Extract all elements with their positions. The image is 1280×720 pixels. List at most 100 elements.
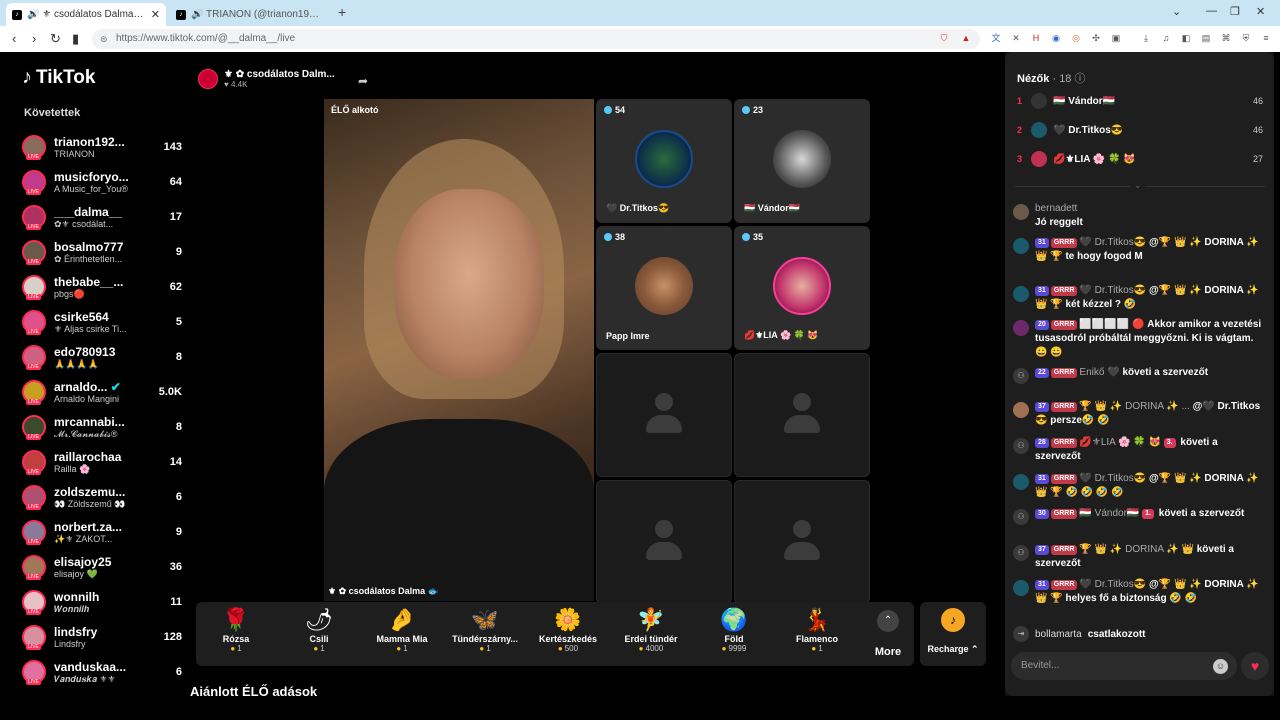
reload-icon[interactable]: ↻ — [50, 31, 61, 47]
viewer-count: 6 — [175, 666, 182, 678]
gift-item[interactable]: 🧚 Erdei tündér4000 — [611, 606, 691, 653]
chat-message[interactable]: 31 GRRR 🖤 Dr.Titkos😎 @🏆 👑 ✨ DORINA ✨ 👑 🏆 k… — [1013, 284, 1265, 312]
new-tab-button[interactable]: + — [338, 4, 346, 20]
following-item[interactable]: LIVE trianon192... TRIANON 143 — [22, 130, 182, 164]
host-title: ⚜ ✿ csodálatos Dalm... — [224, 69, 335, 80]
viewers-header[interactable]: Nézők · 18 ⓘ — [1017, 70, 1086, 86]
gift-item[interactable]: 🌹 Rózsa1 — [196, 606, 276, 653]
close-window-button[interactable]: ✕ — [1256, 5, 1265, 18]
following-item[interactable]: LIVE arnaldo... ✔ Arnaldo Mangini 5.0K — [22, 375, 182, 409]
tab-icon[interactable]: ▣ — [1110, 32, 1122, 44]
following-item[interactable]: LIVE edo780913 🙏🙏🙏🙏 8 — [22, 340, 182, 374]
following-item[interactable]: LIVE norbert.za... ✨⚜ ZAKOT... 9 — [22, 515, 182, 549]
guest-slot[interactable]: 54 🖤 Dr.Titkos😎 — [596, 99, 732, 223]
following-item[interactable]: LIVE lindsfry Lindsfry 128 — [22, 620, 182, 654]
back-icon[interactable]: ‹ — [12, 31, 16, 46]
following-item[interactable]: LIVE musicforyo... A Music_for_You® 64 — [22, 165, 182, 199]
following-nickname: elisajoy 💚 — [54, 568, 98, 579]
recharge-button[interactable]: ♪ Recharge ⌃ — [920, 602, 986, 666]
close-tab-icon[interactable]: ✕ — [151, 8, 160, 21]
chat-message[interactable]: bernadett Jó reggelt — [1013, 202, 1265, 230]
hls-icon[interactable]: H — [1030, 32, 1042, 44]
gift-item[interactable]: 🤌 Mamma Mia1 — [362, 606, 442, 653]
shield-check-icon[interactable]: ⛨ — [1240, 32, 1252, 44]
tools-icon[interactable]: ✕ — [1010, 32, 1022, 44]
following-item[interactable]: LIVE zoldszemu... 👀 Zöldszemű 👀 6 — [22, 480, 182, 514]
music-icon[interactable]: ♫ — [1160, 32, 1172, 44]
follow-user-icon: ⚇ — [1013, 438, 1029, 454]
tab-active[interactable]: ♪ 🔊 ⚜ csodálatos Dalma🐟 🌎 ✕ — [6, 3, 166, 26]
follow-user-icon: ⚇ — [1013, 368, 1029, 384]
guest-slot-empty[interactable] — [734, 353, 870, 477]
chat-input[interactable]: Bevitel... — [1011, 652, 1237, 680]
host-header[interactable]: ⚜ ✿ csodálatos Dalm... ♥ 4.4K — [198, 69, 335, 89]
following-item[interactable]: LIVE thebabe__... pbgs🔴 62 — [22, 270, 182, 304]
chat-message[interactable]: 31 GRRR 🖤 Dr.Titkos😎 @🏆 👑 ✨ DORINA ✨ 👑 🏆 🤣… — [1013, 472, 1265, 500]
menu-icon[interactable]: ≡ — [1260, 32, 1272, 44]
guest-slot[interactable]: 23 🇭🇺 Vándor🇭🇺 — [734, 99, 870, 223]
chat-message[interactable]: 37 GRRR 🏆 👑 ✨ DORINA ✨ ... @🖤 Dr.Titkos😎 p… — [1013, 400, 1265, 428]
gift-item[interactable]: 🦋 Tündérszárny...1 — [445, 606, 525, 653]
emoji-icon[interactable]: ☺ — [1213, 659, 1228, 674]
following-nickname: 𝓜𝓻.𝓒𝓪𝓷𝓷𝓪𝓫𝓲𝓼® — [54, 428, 118, 439]
site-info-icon[interactable]: ⊜ — [100, 29, 108, 49]
guest-slot-empty[interactable] — [596, 353, 732, 477]
more-gifts-button[interactable]: ⌃ More — [868, 610, 908, 658]
chevron-down-icon[interactable]: ⌄ — [1131, 180, 1145, 191]
guest-slot[interactable]: 38 Papp Imre — [596, 226, 732, 350]
gift-item[interactable]: 💃 Flamenco1 — [777, 606, 857, 653]
gift-item[interactable]: 🌶 Csili1 — [279, 606, 359, 653]
following-item[interactable]: LIVE raillarochaa Railla 🌸 14 — [22, 445, 182, 479]
chat-message[interactable]: ⚇ 28 GRRR 💋⚜LIA 🌸 🍀 😻 3. követi a szervezőt — [1013, 436, 1265, 464]
extension-icon[interactable]: ◉ — [1050, 32, 1062, 44]
restore-button[interactable]: ❐ — [1230, 5, 1240, 18]
following-item[interactable]: LIVE vanduskaa... 𝑽𝒂𝒏𝒅𝒖𝒔𝒌𝒂 ⚜⚜ 6 — [22, 655, 182, 689]
butterfly-icon: 🦋 — [471, 607, 499, 632]
forward-icon[interactable]: › — [32, 31, 36, 46]
shield-icon[interactable]: ⛉ — [938, 32, 950, 44]
tab-inactive[interactable]: ♪ 🔊 TRIANON (@trianon1920jun4) É — [170, 3, 330, 26]
following-item[interactable]: LIVE wonnilh 𝑾𝒐𝒏𝒏𝒊𝒍𝒉 11 — [22, 585, 182, 619]
host-video[interactable]: ÉLŐ alkotó ⚜ ✿ csodálatos Dalma 🐟 — [324, 99, 594, 601]
extension-icon[interactable]: ◎ — [1070, 32, 1082, 44]
following-item[interactable]: LIVE bosalmo777 ✿ Érinthetetlen... 9 — [22, 235, 182, 269]
host-avatar[interactable] — [198, 69, 218, 89]
top-viewer[interactable]: 2 🖤 Dr.Titkos😎 46 — [1017, 119, 1263, 141]
following-item[interactable]: LIVE elisajoy25 elisajoy 💚 36 — [22, 550, 182, 584]
bookmark-icon[interactable]: ▮ — [72, 31, 79, 47]
chat-message[interactable]: ⚇ 30 GRRR 🇭🇺 Vándor🇭🇺 1. követi a szervezőt — [1013, 507, 1265, 525]
chat-message[interactable]: ⚇ 37 GRRR 🏆 👑 ✨ DORINA ✨ 👑 követi a szervez… — [1013, 543, 1265, 571]
warning-icon[interactable]: ▲ — [960, 32, 972, 44]
vpn-icon[interactable]: ⌘ — [1220, 32, 1232, 44]
top-viewer[interactable]: 3 💋⚜LIA 🌸 🍀 😻 27 — [1017, 148, 1263, 170]
guest-slot[interactable]: 35 💋⚜LIA 🌸 🍀 😻 — [734, 226, 870, 350]
following-item[interactable]: LIVE ___dalma__ ✿⚜ csodálat... 17 — [22, 200, 182, 234]
tab-search-icon[interactable]: ⌄ — [1172, 5, 1181, 18]
top-viewer[interactable]: 1 🇭🇺 Vándor🇭🇺 46 — [1017, 90, 1263, 112]
chat-message[interactable]: ⚇ 22 GRRR Enikő 🖤 követi a szervezőt — [1013, 366, 1265, 384]
gift-item[interactable]: 🌍 Föld9999 — [694, 606, 774, 653]
puzzle-icon[interactable]: ✣ — [1090, 32, 1102, 44]
following-item[interactable]: LIVE mrcannabi... 𝓜𝓻.𝓒𝓪𝓷𝓷𝓪𝓫𝓲𝓼® 8 — [22, 410, 182, 444]
chat-message[interactable]: 20 GRRR ⬜⬜⬜⬜ 🔴 Akkor amikor a vezetési tus… — [1013, 318, 1265, 360]
share-icon[interactable]: ➦ — [358, 74, 368, 88]
chat-message[interactable]: 31 GRRR 🖤 Dr.Titkos😎 @🏆 👑 ✨ DORINA ✨ 👑 🏆 t… — [1013, 236, 1265, 264]
viewer-name: 🇭🇺 Vándor🇭🇺 — [1053, 95, 1116, 107]
sidebar-icon[interactable]: ◧ — [1180, 32, 1192, 44]
guest-slot-empty[interactable] — [596, 480, 732, 604]
translate-icon[interactable]: 文 — [990, 32, 1002, 44]
chat-text: követi a szervezőt — [1158, 508, 1245, 519]
url-field[interactable]: ⊜ https://www.tiktok.com/@__dalma__/live — [92, 29, 980, 49]
rose-icon: 🌹 — [222, 607, 250, 632]
download-icon[interactable]: ⤓ — [1140, 32, 1152, 44]
level-badge: 22 — [1035, 368, 1049, 378]
tiktok-logo[interactable]: ♪ TikTok — [22, 66, 95, 89]
wallet-icon[interactable]: ▤ — [1200, 32, 1212, 44]
gift-item[interactable]: 🌼 Kertészkedés500 — [528, 606, 608, 653]
heart-like-button[interactable]: ♥ — [1241, 652, 1269, 680]
following-item[interactable]: LIVE csirke564 ⚜ Aljas csirke Ti... 5 — [22, 305, 182, 339]
guest-slot-empty[interactable] — [734, 480, 870, 604]
minimize-button[interactable]: — — [1206, 5, 1217, 17]
chat-message[interactable]: 31 GRRR 🖤 Dr.Titkos😎 @🏆 👑 ✨ DORINA ✨ 👑 🏆 h… — [1013, 578, 1265, 606]
info-icon[interactable]: ⓘ — [1075, 73, 1086, 85]
